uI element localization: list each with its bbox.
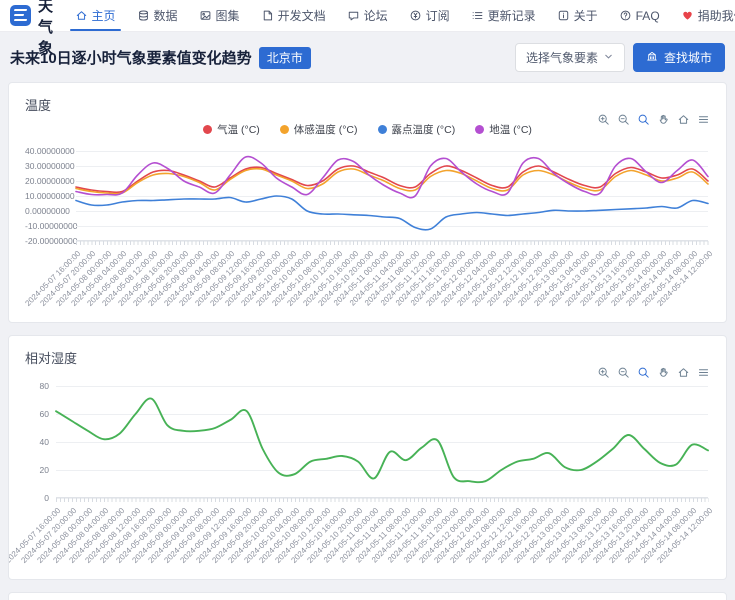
reset-home-icon[interactable] [677, 366, 690, 379]
nav-item-docs[interactable]: 开发文档 [258, 0, 329, 31]
select-element-label: 选择气象要素 [526, 49, 598, 66]
nav-item-donate[interactable]: 捐助我们 [678, 0, 735, 31]
legend-dot [378, 125, 387, 134]
city-icon [646, 50, 658, 65]
legend-item[interactable]: 气温 (°C) [203, 122, 260, 137]
selection-zoom-icon[interactable] [637, 366, 650, 379]
nav-item-about[interactable]: 关于 [554, 0, 601, 31]
pan-icon[interactable] [657, 366, 670, 379]
legend-dot [203, 125, 212, 134]
y-axis-label: 10.00000000 [25, 191, 69, 201]
plot-area[interactable] [56, 386, 708, 498]
y-axis-label: 30.00000000 [25, 161, 69, 171]
series-line [76, 157, 708, 198]
brand-logo-icon [10, 5, 31, 26]
nav-item-label: 主页 [92, 7, 116, 24]
legend-label: 体感温度 (°C) [294, 122, 358, 137]
temperature-card-title: 温度 [25, 95, 710, 113]
nav-item-forum[interactable]: 论坛 [344, 0, 391, 31]
forum-icon [347, 9, 360, 22]
nav-item-label: 订阅 [426, 7, 450, 24]
legend-label: 地温 (°C) [489, 122, 532, 137]
database-icon [137, 9, 150, 22]
y-axis-label: 60 [25, 409, 49, 419]
nav-item-changelog[interactable]: 更新记录 [468, 0, 539, 31]
zoom-out-icon[interactable] [617, 366, 630, 379]
temperature-chart[interactable]: 40.0000000030.0000000020.0000000010.0000… [25, 151, 710, 314]
gallery-icon [199, 9, 212, 22]
menu-icon[interactable] [697, 366, 710, 379]
pressure-card: 气压 [8, 592, 727, 600]
page-header: 未来10日逐小时气象要素值变化趋势 北京市 选择气象要素 查找城市 [0, 32, 735, 82]
nav-item-label: FAQ [636, 9, 660, 23]
chart-toolbar [597, 113, 710, 126]
legend-item[interactable]: 地温 (°C) [475, 122, 532, 137]
y-axis-label: 0.00000000 [25, 206, 69, 216]
nav-item-gallery[interactable]: 图集 [196, 0, 243, 31]
humidity-chart[interactable]: 8060402002024-05-07 16:00:002024-05-07 2… [25, 386, 710, 571]
donate-icon [681, 9, 694, 22]
navbar: 海天气象 主页数据图集开发文档论坛订阅更新记录关于FAQ捐助我们 匿名用户 登录… [0, 0, 735, 32]
pan-icon[interactable] [657, 113, 670, 126]
header-actions: 选择气象要素 查找城市 [515, 43, 725, 72]
nav-item-label: 图集 [216, 7, 240, 24]
nav-item-data[interactable]: 数据 [134, 0, 181, 31]
city-badge: 北京市 [259, 47, 311, 69]
y-axis-label: -10.00000000 [25, 221, 69, 231]
about-icon [557, 9, 570, 22]
x-axis-ticks [76, 241, 709, 245]
legend-label: 气温 (°C) [217, 122, 260, 137]
nav-item-label: 更新记录 [488, 7, 536, 24]
nav-item-label: 论坛 [364, 7, 388, 24]
select-element-dropdown[interactable]: 选择气象要素 [515, 43, 625, 72]
y-axis-label: 0 [25, 493, 49, 503]
find-city-label: 查找城市 [664, 49, 712, 66]
zoom-in-icon[interactable] [597, 113, 610, 126]
changelog-icon [471, 9, 484, 22]
temperature-card: 温度 气温 (°C) 体感温度 (°C) 露点温度 (°C) 地温 (°C) 40.0… [8, 82, 727, 323]
nav-item-label: 数据 [154, 7, 178, 24]
home-icon [75, 9, 88, 22]
nav-item-home[interactable]: 主页 [72, 0, 119, 31]
y-axis-label: 20 [25, 465, 49, 475]
menu-icon[interactable] [697, 113, 710, 126]
legend-label: 露点温度 (°C) [392, 122, 456, 137]
chart-toolbar [597, 366, 710, 379]
plot-area[interactable] [76, 151, 708, 241]
y-axis-label: 40 [25, 437, 49, 447]
nav-item-label: 关于 [574, 7, 598, 24]
y-axis-label: 80 [25, 381, 49, 391]
nav-item-label: 捐助我们 [698, 7, 735, 24]
zoom-in-icon[interactable] [597, 366, 610, 379]
brand[interactable]: 海天气象 [10, 0, 54, 31]
chart-series [76, 151, 708, 241]
chart-series [56, 386, 708, 498]
chevron-down-icon [603, 51, 614, 65]
x-axis-ticks [56, 498, 709, 502]
nav-items: 主页 数据 图集 开发文档 论坛 订阅 更新记录 关于 FAQ 捐助我们 [72, 0, 735, 31]
humidity-card-title: 相对湿度 [25, 348, 710, 366]
y-axis-label: 40.00000000 [25, 146, 69, 156]
brand-name: 海天气象 [38, 0, 54, 58]
docs-icon [261, 9, 274, 22]
nav-item-faq[interactable]: FAQ [616, 0, 663, 31]
nav-item-label: 开发文档 [278, 7, 326, 24]
subscribe-icon [409, 9, 422, 22]
zoom-out-icon[interactable] [617, 113, 630, 126]
legend-dot [475, 125, 484, 134]
reset-home-icon[interactable] [677, 113, 690, 126]
nav-item-subscribe[interactable]: 订阅 [406, 0, 453, 31]
legend-item[interactable]: 体感温度 (°C) [280, 122, 358, 137]
faq-icon [619, 9, 632, 22]
page: 海天气象 主页数据图集开发文档论坛订阅更新记录关于FAQ捐助我们 匿名用户 登录… [0, 0, 735, 600]
legend-dot [280, 125, 289, 134]
humidity-card: 相对湿度 8060402002024-05-07 16:00:002024-05… [8, 335, 727, 580]
legend-item[interactable]: 露点温度 (°C) [378, 122, 456, 137]
series-line [76, 196, 708, 230]
series-line [56, 398, 708, 482]
y-axis-label: -20.00000000 [25, 236, 69, 246]
y-axis-label: 20.00000000 [25, 176, 69, 186]
selection-zoom-icon[interactable] [637, 113, 650, 126]
find-city-button[interactable]: 查找城市 [633, 43, 725, 72]
